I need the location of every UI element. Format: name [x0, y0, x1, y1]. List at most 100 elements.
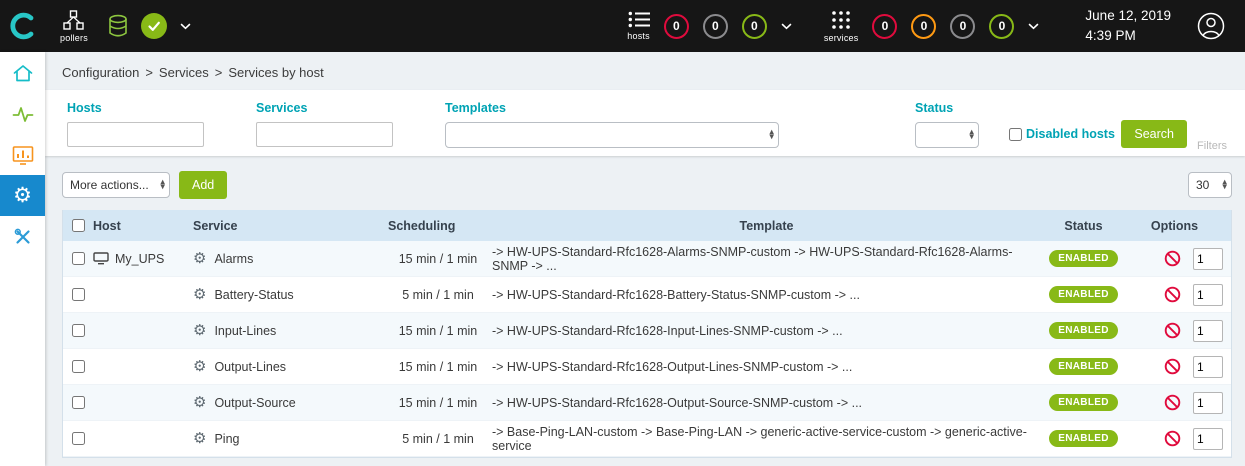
service-gear-icon: ⚙ — [193, 251, 206, 266]
hosts-down-counter[interactable]: 0 — [664, 14, 689, 39]
host-cell — [93, 432, 193, 445]
services-unknown-counter[interactable]: 0 — [950, 14, 975, 39]
service-name[interactable]: Output-Source — [214, 396, 295, 410]
row-checkbox[interactable] — [72, 324, 85, 337]
status-cell: ENABLED — [1041, 322, 1126, 339]
sidebar-item-monitoring[interactable] — [0, 93, 45, 134]
home-icon — [12, 63, 34, 83]
services-filter-input[interactable] — [256, 122, 393, 147]
hosts-chevron-down-icon[interactable] — [781, 23, 792, 30]
centreon-app: pollers — [0, 0, 1245, 466]
host-cell — [93, 360, 193, 373]
services-menu[interactable]: services — [824, 10, 859, 43]
page-size-select[interactable]: 30 — [1188, 172, 1232, 198]
row-checkbox[interactable] — [72, 396, 85, 409]
disable-icon[interactable] — [1164, 322, 1181, 339]
check-icon — [146, 18, 162, 34]
disabled-hosts-checkbox[interactable] — [1009, 128, 1022, 141]
service-name[interactable]: Output-Lines — [214, 360, 286, 374]
scheduling-cell: 15 min / 1 min — [388, 360, 488, 374]
options-cell — [1126, 428, 1231, 450]
service-name[interactable]: Alarms — [214, 252, 253, 266]
row-checkbox[interactable] — [72, 252, 85, 265]
disable-icon[interactable] — [1164, 286, 1181, 303]
breadcrumb-configuration[interactable]: Configuration — [62, 65, 139, 80]
services-chevron-down-icon[interactable] — [1028, 23, 1039, 30]
services-ok-counter[interactable]: 0 — [989, 14, 1014, 39]
table-row: My_UPS ⚙ Alarms 15 min / 1 min -> HW-UPS… — [63, 241, 1231, 277]
add-button[interactable]: Add — [179, 171, 227, 199]
row-check-cell — [63, 324, 93, 337]
host-name[interactable]: My_UPS — [115, 252, 164, 266]
row-order-input[interactable] — [1193, 284, 1223, 306]
sidebar-item-home[interactable] — [0, 52, 45, 93]
hosts-up-counter[interactable]: 0 — [742, 14, 767, 39]
clock: June 12, 2019 4:39 PM — [1085, 6, 1171, 47]
column-header-service: Service — [193, 219, 388, 233]
pollers-icon — [63, 10, 84, 30]
centreon-logo[interactable] — [0, 10, 46, 42]
pollers-chevron-down-icon[interactable] — [180, 23, 191, 30]
select-all-checkbox[interactable] — [72, 219, 85, 232]
services-filter-label: Services — [256, 101, 393, 115]
hosts-unreachable-counter[interactable]: 0 — [703, 14, 728, 39]
template-cell: -> HW-UPS-Standard-Rfc1628-Input-Lines-S… — [488, 324, 1041, 338]
sidebar-item-reporting[interactable] — [0, 134, 45, 175]
clock-time: 4:39 PM — [1085, 26, 1171, 46]
template-cell: -> HW-UPS-Standard-Rfc1628-Output-Source… — [488, 396, 1041, 410]
status-select[interactable] — [915, 122, 979, 148]
disable-icon[interactable] — [1164, 394, 1181, 411]
scheduling-cell: 5 min / 1 min — [388, 288, 488, 302]
row-order-input[interactable] — [1193, 428, 1223, 450]
disabled-hosts-toggle[interactable]: Disabled hosts — [1009, 127, 1115, 141]
pollers-menu[interactable]: pollers — [60, 10, 88, 43]
services-label: services — [824, 33, 859, 43]
monitoring-pulse-icon — [12, 104, 34, 124]
services-icon — [831, 10, 851, 30]
more-actions-select[interactable]: More actions... — [62, 172, 170, 198]
services-warning-counter[interactable]: 0 — [911, 14, 936, 39]
status-filter-label: Status — [915, 101, 979, 115]
service-name[interactable]: Battery-Status — [214, 288, 293, 302]
status-cell: ENABLED — [1041, 430, 1126, 447]
row-check-cell — [63, 432, 93, 445]
row-checkbox[interactable] — [72, 288, 85, 301]
row-check-cell — [63, 360, 93, 373]
filter-hosts: Hosts — [67, 101, 204, 147]
disabled-hosts-label[interactable]: Disabled hosts — [1026, 127, 1115, 141]
hosts-filter-input[interactable] — [67, 122, 204, 147]
column-header-status: Status — [1041, 219, 1126, 233]
host-cell — [93, 288, 193, 301]
breadcrumb-services[interactable]: Services — [159, 65, 209, 80]
poller-ok-icon[interactable] — [141, 13, 167, 39]
table-body: My_UPS ⚙ Alarms 15 min / 1 min -> HW-UPS… — [63, 241, 1231, 457]
services-critical-counter[interactable]: 0 — [872, 14, 897, 39]
options-cell — [1126, 284, 1231, 306]
disable-icon[interactable] — [1164, 430, 1181, 447]
service-cell: ⚙ Alarms — [193, 251, 388, 266]
search-button[interactable]: Search — [1121, 120, 1187, 148]
disable-icon[interactable] — [1164, 358, 1181, 375]
filter-services: Services — [256, 101, 393, 147]
hosts-menu[interactable]: hosts — [627, 11, 650, 41]
row-checkbox[interactable] — [72, 360, 85, 373]
sidebar-item-administration[interactable] — [0, 216, 45, 257]
sidebar-item-configuration[interactable]: ⚙ — [0, 175, 45, 216]
table-row: ⚙ Input-Lines 15 min / 1 min -> HW-UPS-S… — [63, 313, 1231, 349]
row-checkbox[interactable] — [72, 432, 85, 445]
disable-icon[interactable] — [1164, 250, 1181, 267]
profile-menu[interactable] — [1197, 12, 1225, 40]
service-gear-icon: ⚙ — [193, 431, 206, 446]
scheduling-cell: 15 min / 1 min — [388, 252, 488, 266]
row-order-input[interactable] — [1193, 356, 1223, 378]
templates-select[interactable] — [445, 122, 779, 148]
row-check-cell — [63, 252, 93, 265]
host-cell: My_UPS — [93, 252, 193, 266]
row-order-input[interactable] — [1193, 320, 1223, 342]
service-name[interactable]: Ping — [214, 432, 239, 446]
service-name[interactable]: Input-Lines — [214, 324, 276, 338]
row-order-input[interactable] — [1193, 392, 1223, 414]
database-icon[interactable] — [108, 14, 128, 39]
main-content: Configuration>Services>Services by host … — [45, 52, 1245, 458]
row-order-input[interactable] — [1193, 248, 1223, 270]
